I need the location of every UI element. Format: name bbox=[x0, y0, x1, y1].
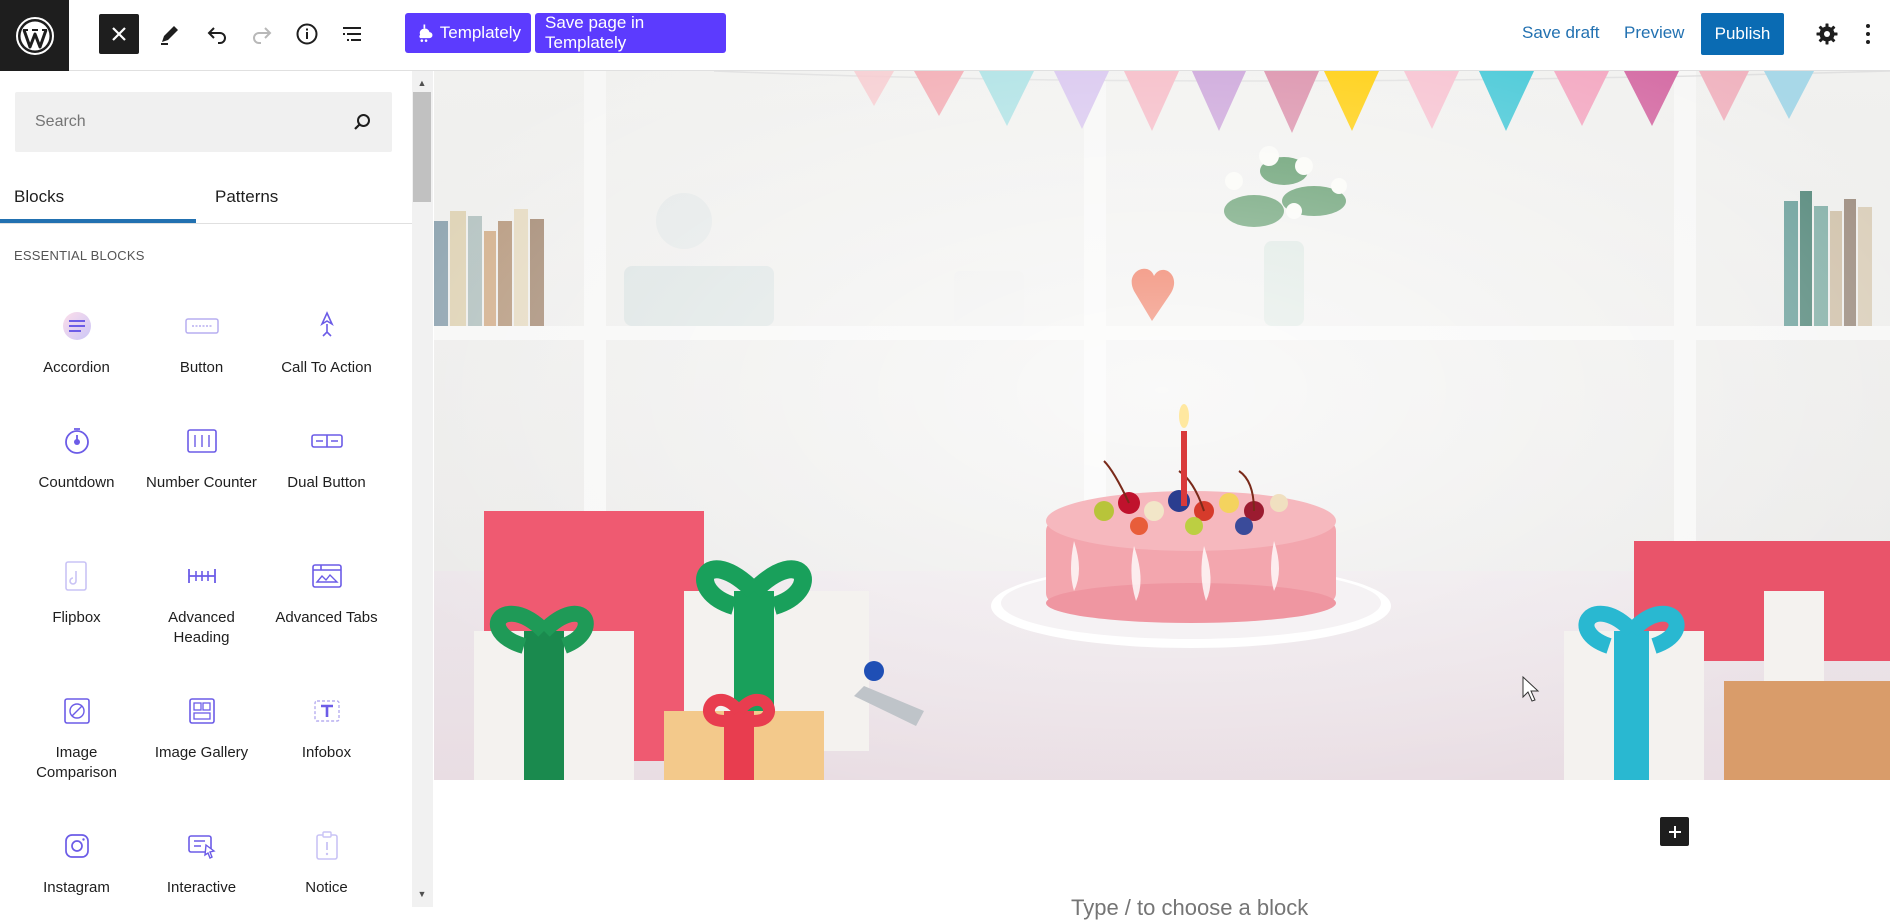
block-label: Interactive bbox=[166, 879, 237, 896]
settings-button[interactable] bbox=[1807, 14, 1847, 54]
countdown-icon bbox=[57, 421, 97, 461]
notice-icon bbox=[307, 826, 347, 866]
image-comparison-icon bbox=[57, 691, 97, 731]
undo-button[interactable] bbox=[197, 14, 237, 54]
block-label: Accordion bbox=[43, 359, 110, 376]
block-item-button[interactable]: Button bbox=[139, 296, 264, 406]
gear-icon bbox=[1816, 23, 1838, 45]
editor-canvas: Type / to choose a block bbox=[434, 71, 1890, 920]
more-vertical-icon bbox=[1866, 24, 1870, 44]
advanced-tabs-icon bbox=[307, 556, 347, 596]
block-label: Button bbox=[179, 359, 224, 376]
publish-button[interactable]: Publish bbox=[1701, 13, 1784, 55]
block-item-interactive[interactable]: Interactive bbox=[139, 816, 264, 907]
pencil-icon bbox=[161, 26, 178, 45]
block-item-advanced-tabs[interactable]: Advanced Tabs bbox=[264, 546, 389, 656]
sidebar-scroll-thumb[interactable] bbox=[413, 92, 431, 202]
block-item-dual-button[interactable]: Dual Button bbox=[264, 411, 389, 521]
block-label: Image Gallery bbox=[154, 744, 249, 761]
block-search bbox=[15, 92, 392, 152]
save-in-templately-label: Save page in Templately bbox=[545, 13, 645, 52]
options-menu-button[interactable] bbox=[1853, 14, 1883, 54]
add-block-button[interactable] bbox=[1660, 817, 1689, 846]
block-label: Countdown bbox=[38, 474, 115, 491]
advanced-heading-icon bbox=[182, 556, 222, 596]
block-label: Infobox bbox=[301, 744, 352, 761]
block-item-accordion[interactable]: Accordion bbox=[14, 296, 139, 406]
block-item-number-counter[interactable]: Number Counter bbox=[139, 411, 264, 521]
details-button[interactable] bbox=[287, 14, 327, 54]
block-label: Instagram bbox=[43, 879, 110, 896]
tab-blocks[interactable]: Blocks bbox=[14, 187, 64, 207]
block-item-instagram[interactable]: Instagram bbox=[14, 816, 139, 907]
scroll-down-arrow-icon[interactable]: ▼ bbox=[416, 888, 428, 900]
close-inserter-button[interactable] bbox=[99, 14, 139, 54]
accordion-icon bbox=[57, 306, 97, 346]
interactive-icon bbox=[182, 826, 222, 866]
tab-patterns[interactable]: Patterns bbox=[215, 187, 278, 207]
block-item-image-gallery[interactable]: Image Gallery bbox=[139, 681, 264, 791]
block-label: Call To Action bbox=[281, 359, 372, 376]
block-placeholder[interactable]: Type / to choose a block bbox=[1071, 895, 1308, 921]
tabs-divider bbox=[0, 223, 412, 224]
list-view-icon bbox=[343, 27, 361, 41]
block-label: Number Counter bbox=[146, 474, 257, 491]
save-in-templately-button[interactable]: Save page in Templately bbox=[535, 13, 726, 53]
plus-icon bbox=[1668, 825, 1681, 838]
close-icon bbox=[112, 27, 126, 41]
block-item-countdown[interactable]: Countdown bbox=[14, 411, 139, 521]
infobox-icon bbox=[307, 691, 347, 731]
redo-icon bbox=[253, 27, 272, 44]
tools-button[interactable] bbox=[150, 14, 190, 54]
info-icon bbox=[296, 23, 318, 45]
block-label: Advanced Heading bbox=[168, 609, 235, 646]
block-label: Advanced Tabs bbox=[275, 609, 378, 626]
call-to-action-icon bbox=[307, 306, 347, 346]
block-label: Image Comparison bbox=[36, 744, 117, 781]
block-item-notice[interactable]: Notice bbox=[264, 816, 389, 907]
dual-button-icon bbox=[307, 421, 347, 461]
scroll-up-arrow-icon[interactable]: ▲ bbox=[416, 77, 428, 89]
block-item-advanced-heading[interactable]: Advanced Heading bbox=[139, 546, 264, 656]
search-input[interactable] bbox=[35, 113, 352, 131]
templately-icon bbox=[419, 24, 433, 42]
save-draft-button[interactable]: Save draft bbox=[1522, 23, 1600, 43]
instagram-icon bbox=[57, 826, 97, 866]
wordpress-logo-button[interactable] bbox=[0, 0, 69, 71]
block-inserter-panel: Blocks Patterns ESSENTIAL BLOCKS Accordi… bbox=[0, 71, 413, 907]
templately-label: Templately bbox=[439, 23, 521, 42]
block-item-image-comparison[interactable]: Image Comparison bbox=[14, 681, 139, 791]
block-item-infobox[interactable]: Infobox bbox=[264, 681, 389, 791]
image-gallery-icon bbox=[182, 691, 222, 731]
block-label: Dual Button bbox=[287, 474, 366, 491]
wordpress-icon bbox=[15, 16, 54, 55]
templately-button[interactable]: Templately bbox=[405, 13, 531, 53]
list-view-button[interactable] bbox=[332, 14, 372, 54]
flipbox-icon bbox=[57, 556, 97, 596]
undo-icon bbox=[207, 27, 226, 44]
block-item-flipbox[interactable]: Flipbox bbox=[14, 546, 139, 656]
block-label: Flipbox bbox=[52, 609, 101, 626]
section-title-essential-blocks: ESSENTIAL BLOCKS bbox=[14, 248, 145, 263]
search-icon bbox=[354, 114, 370, 130]
redo-button[interactable] bbox=[242, 14, 282, 54]
block-item-call-to-action[interactable]: Call To Action bbox=[264, 296, 389, 406]
preview-button[interactable]: Preview bbox=[1624, 23, 1684, 43]
block-label: Notice bbox=[305, 879, 348, 896]
cover-image-birthday-party[interactable] bbox=[434, 71, 1890, 780]
button-icon bbox=[182, 306, 222, 346]
editor-toolbar: Templately Save page in Templately Save … bbox=[0, 0, 1890, 71]
number-counter-icon bbox=[182, 421, 222, 461]
